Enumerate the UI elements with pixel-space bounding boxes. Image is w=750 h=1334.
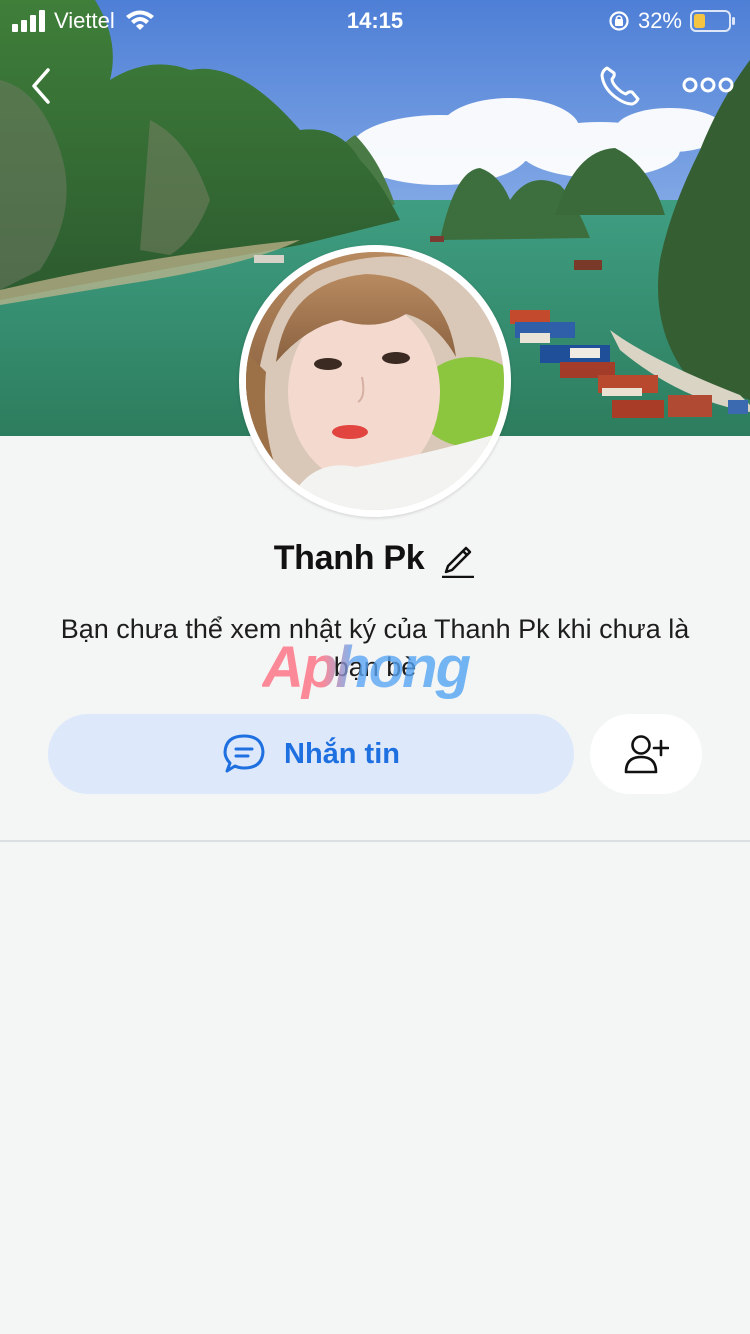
status-bar: Viettel 14:15 32%: [0, 0, 750, 40]
chevron-left-icon: [32, 68, 50, 104]
pencil-icon[interactable]: [440, 538, 476, 578]
section-divider: [0, 840, 750, 842]
phone-icon: [600, 66, 640, 106]
profile-name: Thanh Pk: [273, 538, 425, 577]
more-button[interactable]: [682, 70, 734, 100]
name-row: Thanh Pk: [0, 536, 750, 580]
message-button[interactable]: Nhắn tin: [48, 714, 574, 794]
watermark: Aphong: [262, 636, 492, 700]
add-friend-button[interactable]: [590, 714, 702, 794]
avatar[interactable]: [239, 245, 511, 517]
add-user-icon: [624, 735, 669, 774]
battery-percent: 32%: [637, 8, 682, 33]
chat-bubble-icon: [223, 734, 265, 773]
message-label: Nhắn tin: [284, 737, 400, 770]
back-button[interactable]: [22, 64, 62, 108]
call-button[interactable]: [596, 62, 644, 110]
more-dots-icon: [682, 77, 734, 93]
battery-icon: [690, 10, 735, 32]
orientation-lock-icon: [609, 11, 629, 31]
